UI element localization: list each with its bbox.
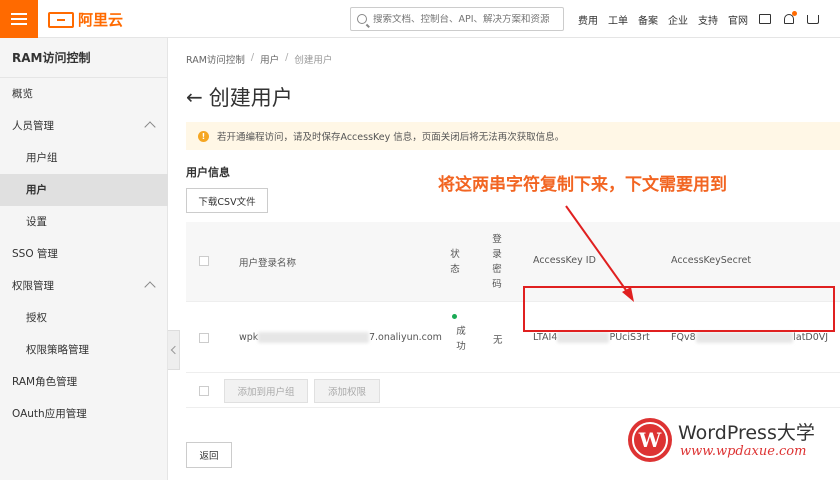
redacted-text: XXXXXXXX [557,332,610,343]
login-name-cell: wpkXXXXXXXXXXXXXXXXX7.onaliyun.com [239,332,442,343]
wpdaxue-watermark: W WordPress大学 www.wpdaxue.com [628,414,828,464]
breadcrumb-ram[interactable]: RAM访问控制 [186,52,245,66]
watermark-url: www.wpdaxue.com [680,444,807,459]
nav-enterprise[interactable]: 企业 [668,12,688,27]
row-checkbox[interactable] [199,333,209,343]
wordpress-logo-icon: W [628,418,672,462]
sidebar-item-user-groups[interactable]: 用户组 [0,142,168,174]
download-csv-button[interactable]: 下载CSV文件 [186,188,268,213]
aliyun-logo[interactable]: 阿里云 [48,9,123,30]
add-permission-button[interactable]: 添加权限 [314,379,380,403]
breadcrumb-current: 创建用户 [294,55,333,66]
sidebar-item-label: 人员管理 [12,120,54,132]
select-all-checkbox[interactable] [199,256,209,266]
nav-website[interactable]: 官网 [728,12,748,27]
sidebar-item-policies[interactable]: 权限策略管理 [0,334,168,366]
sidebar-item-people-management[interactable]: 人员管理 [0,110,168,142]
secret-suffix: latD0VJ [793,332,829,343]
terminal-icon[interactable] [758,12,772,26]
page-title-text: 创建用户 [208,86,293,110]
key-id-suffix: PUciS3rt [609,332,650,343]
top-bar: 阿里云 费用 工单 备案 企业 支持 官网 [0,0,840,38]
sidebar-item-label: 权限策略管理 [26,344,89,356]
warning-icon: ! [198,130,209,142]
chevron-up-icon [144,121,156,133]
nav-tickets[interactable]: 工单 [608,12,628,27]
return-button[interactable]: 返回 [186,442,232,468]
sidebar-item-label: 用户 [26,184,47,196]
sidebar-item-label: 设置 [26,216,47,228]
sidebar-item-settings[interactable]: 设置 [0,206,168,238]
sidebar-item-label: 授权 [26,312,47,324]
table-footer: 添加到用户组 添加权限 [186,374,840,408]
access-key-secret-cell: FQv8XXXXXXXXXXXXXXXlatD0VJ [671,332,828,343]
top-nav: 费用 工单 备案 企业 支持 官网 [578,0,820,38]
status-cell: 成功 [456,326,466,352]
login-name-suffix: 7.onaliyun.com [368,332,442,343]
sidebar-item-users[interactable]: 用户 [0,174,168,206]
nav-filing[interactable]: 备案 [638,12,658,27]
sidebar: RAM访问控制 概览 人员管理 用户组 用户 设置 SSO 管理 权限管理 授权… [0,38,168,480]
brand-name: 阿里云 [78,11,124,29]
breadcrumb: RAM访问控制 / 用户 / 创建用户 [186,52,332,66]
search-input[interactable] [373,13,563,25]
sidebar-item-ram-roles[interactable]: RAM角色管理 [0,366,168,398]
secret-prefix: FQv8 [671,332,696,343]
sidebar-item-label: RAM角色管理 [12,376,78,388]
redacted-text: XXXXXXXXXXXXXXX [695,332,794,343]
add-to-group-button[interactable]: 添加到用户组 [224,379,308,403]
sidebar-item-oauth-apps[interactable]: OAuth应用管理 [0,398,168,430]
search-icon [357,14,367,24]
password-cell: 无 [493,335,503,346]
nav-fees[interactable]: 费用 [578,12,598,27]
page-title: ← 创建用户 [186,82,293,112]
sidebar-item-overview[interactable]: 概览 [0,78,168,110]
header-access-key-secret: AccessKeySecret [671,255,752,266]
sidebar-item-label: SSO 管理 [12,248,58,260]
footer-checkbox[interactable] [199,386,209,396]
notice-text: 若开通编程访问，请及时保存AccessKey 信息，页面关闭后将无法再次获取信息… [217,132,565,143]
cart-icon[interactable] [806,12,820,26]
sidebar-item-grants[interactable]: 授权 [0,302,168,334]
header-access-key-id: AccessKey ID [533,255,596,266]
sidebar-item-sso[interactable]: SSO 管理 [0,238,168,270]
aliyun-logo-icon [48,11,74,28]
chevron-up-icon [144,281,156,293]
sidebar-item-label: 用户组 [26,152,58,164]
status-success-icon [452,314,457,319]
sidebar-item-label: OAuth应用管理 [12,408,87,420]
nav-support[interactable]: 支持 [698,12,718,27]
breadcrumb-separator: / [285,52,289,63]
annotation-text: 将这两串字符复制下来，下文需要用到 [438,175,727,195]
header-login-name: 用户登录名称 [239,258,297,269]
breadcrumb-separator: / [250,52,255,63]
access-key-id-cell: LTAI4XXXXXXXXPUciS3rt [533,332,650,343]
watermark-title: WordPress大学 [678,422,815,444]
sidebar-title: RAM访问控制 [0,38,167,78]
search-box[interactable] [350,7,564,31]
warning-notice: ! 若开通编程访问，请及时保存AccessKey 信息，页面关闭后将无法再次获取… [186,122,840,150]
header-login-password: 登录密码 [492,234,502,290]
breadcrumb-users[interactable]: 用户 [260,52,279,66]
sidebar-item-label: 权限管理 [12,280,54,292]
key-id-prefix: LTAI4 [533,332,558,343]
highlight-box [523,286,835,332]
back-arrow-icon[interactable]: ← [186,85,203,109]
login-name-prefix: wpk [239,332,259,343]
sidebar-item-label: 概览 [12,88,33,100]
redacted-text: XXXXXXXXXXXXXXXXX [258,332,369,343]
hamburger-menu-button[interactable] [0,0,38,38]
header-status: 状态 [450,249,460,275]
sidebar-item-permission-management[interactable]: 权限管理 [0,270,168,302]
bell-icon[interactable] [782,11,797,26]
section-title: 用户信息 [186,166,230,179]
